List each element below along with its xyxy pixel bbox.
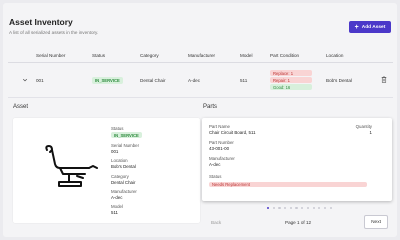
location-cell: Bob's Dental <box>326 78 352 83</box>
asset-status-label: Status <box>111 126 124 131</box>
asset-status-field: Status IN_SERVICE <box>111 126 142 138</box>
next-button[interactable]: Next <box>364 215 388 229</box>
carousel-dot[interactable] <box>301 207 304 210</box>
asset-location-label: Location <box>111 158 128 163</box>
asset-location-value: Bob's Dental <box>111 164 136 169</box>
add-asset-label: Add Asset <box>361 24 386 30</box>
carousel-dot[interactable] <box>329 207 332 210</box>
plus-icon: + <box>354 23 359 31</box>
quantity-field: Quantity 1 <box>344 124 372 135</box>
column-header-manufacturer[interactable]: Manufacturer <box>188 53 215 58</box>
manufacturer-cell: A-dec <box>188 78 201 83</box>
category-cell: Dental Chair <box>140 78 166 83</box>
column-header-category[interactable]: Category <box>140 53 159 58</box>
carousel-dot[interactable] <box>323 207 327 210</box>
asset-heading: Asset <box>13 104 29 110</box>
carousel-dot[interactable] <box>312 207 315 210</box>
chevron-down-icon[interactable] <box>22 77 28 83</box>
asset-detail-card: Status IN_SERVICE Serial Number 001 Loca… <box>13 118 200 223</box>
part-manufacturer-label: Manufacturer <box>209 156 235 161</box>
carousel-dot[interactable] <box>267 207 270 210</box>
column-header-location[interactable]: Location <box>326 53 343 58</box>
part-name-label: Part Name <box>209 124 230 129</box>
page-title: Asset Inventory <box>9 17 73 27</box>
part-detail-card: Part Name Chair Circuit Board, 511 Quant… <box>202 118 392 201</box>
back-button[interactable]: Back <box>211 220 221 225</box>
condition-good-badge: Good: 16 <box>270 84 312 90</box>
carousel-dot[interactable] <box>289 207 292 210</box>
carousel-dots <box>267 207 332 210</box>
carousel-dot[interactable] <box>272 207 275 210</box>
carousel-dot[interactable] <box>295 207 298 210</box>
asset-model-field: Model 511 <box>111 204 123 215</box>
condition-repair-badge: Repair: 1 <box>270 77 312 83</box>
asset-manufacturer-field: Manufacturer A-dec <box>111 189 137 200</box>
page-indicator: Page 1 of 12 <box>285 220 312 225</box>
asset-serial-value: 001 <box>111 149 119 154</box>
part-status-field: Status <box>209 174 221 179</box>
add-asset-button[interactable]: + Add Asset <box>349 21 391 33</box>
part-manufacturer-field: Manufacturer A-dec <box>209 156 235 167</box>
asset-category-label: Category <box>111 174 129 179</box>
asset-manufacturer-label: Manufacturer <box>111 189 137 194</box>
asset-serial-label: Serial Number <box>111 143 140 148</box>
carousel-dot[interactable] <box>284 207 287 210</box>
parts-heading: Parts <box>203 104 218 110</box>
table-header: Serial Number Status Category Manufactur… <box>8 45 393 63</box>
carousel-dot[interactable] <box>318 207 321 210</box>
part-status-label: Status <box>209 174 222 179</box>
asset-table: Serial Number Status Category Manufactur… <box>8 45 393 98</box>
part-number-field: Part Number 43-001-00 <box>209 140 234 151</box>
asset-inventory-page: Asset Inventory A list of all serialized… <box>3 3 397 237</box>
model-cell: 511 <box>240 78 248 83</box>
column-header-status[interactable]: Status <box>92 53 105 58</box>
dental-chair-icon <box>45 145 98 187</box>
asset-manufacturer-value: A-dec <box>111 195 123 200</box>
column-header-part-condition[interactable]: Part Condition <box>270 53 299 58</box>
serial-cell: 001 <box>36 78 44 83</box>
column-header-serial[interactable]: Serial Number <box>36 53 65 58</box>
asset-location-field: Location Bob's Dental <box>111 158 136 169</box>
asset-model-value: 511 <box>111 210 118 215</box>
part-number-value: 43-001-00 <box>209 146 230 151</box>
asset-category-field: Category Dental Chair <box>111 174 135 185</box>
part-name-value: Chair Circuit Board, 511 <box>209 130 256 135</box>
asset-status-badge: IN_SERVICE <box>111 132 142 138</box>
asset-model-label: Model <box>111 204 123 209</box>
part-status-badge: Needs Replacement <box>209 182 367 187</box>
carousel-dot[interactable] <box>306 207 309 210</box>
condition-replace-badge: Replace: 1 <box>270 70 312 76</box>
table-row[interactable]: 001 IN_SERVICE Dental Chair A-dec 511 Re… <box>8 63 393 98</box>
asset-category-value: Dental Chair <box>111 180 136 185</box>
part-manufacturer-value: A-dec <box>209 162 221 167</box>
trash-icon[interactable] <box>381 76 387 83</box>
asset-serial-field: Serial Number 001 <box>111 143 139 154</box>
quantity-label: Quantity <box>355 124 372 129</box>
quantity-value: 1 <box>369 130 372 135</box>
part-number-label: Part Number <box>209 140 234 145</box>
column-header-model[interactable]: Model <box>240 53 253 58</box>
carousel-dot[interactable] <box>278 207 281 210</box>
status-badge: IN_SERVICE <box>92 77 123 84</box>
page-subtitle: A list of all serialized assets in the i… <box>9 30 99 35</box>
part-name-field: Part Name Chair Circuit Board, 511 <box>209 124 256 135</box>
